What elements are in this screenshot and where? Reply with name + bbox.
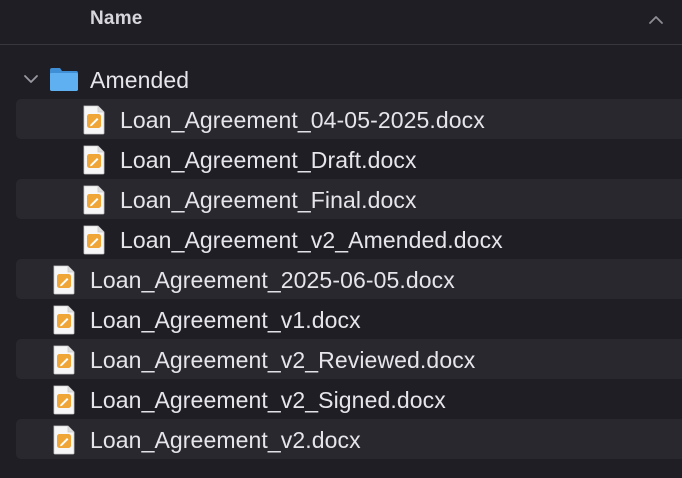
column-header: Name [0,0,682,45]
list-item[interactable]: Loan_Agreement_04-05-2025.docx [0,99,682,139]
docx-file-icon [53,265,75,295]
folder-name: Amended [90,67,190,93]
docx-file-icon [83,185,105,215]
chevron-down-icon[interactable] [22,70,40,88]
docx-file-icon [83,225,105,255]
file-name: Loan_Agreement_Draft.docx [120,147,417,173]
file-name: Loan_Agreement_Final.docx [120,187,417,213]
docx-file-icon [53,345,75,375]
file-name: Loan_Agreement_2025-06-05.docx [90,267,455,293]
file-list: Amended Loan_Agreement_04-05-2025.docx L… [0,59,682,459]
list-item[interactable]: Loan_Agreement_2025-06-05.docx [0,259,682,299]
list-item[interactable]: Loan_Agreement_Draft.docx [0,139,682,179]
docx-file-icon [83,105,105,135]
file-name: Loan_Agreement_v2.docx [90,427,361,453]
docx-file-icon [53,305,75,335]
folder-row-amended[interactable]: Amended [0,59,682,99]
list-item[interactable]: Loan_Agreement_v2_Amended.docx [0,219,682,259]
file-name: Loan_Agreement_v2_Signed.docx [90,387,446,413]
list-item[interactable]: Loan_Agreement_v2.docx [0,419,682,459]
file-name: Loan_Agreement_v2_Reviewed.docx [90,347,476,373]
list-item[interactable]: Loan_Agreement_v2_Signed.docx [0,379,682,419]
docx-file-icon [53,425,75,455]
list-item[interactable]: Loan_Agreement_v2_Reviewed.docx [0,339,682,379]
name-column-header[interactable]: Name [90,8,143,30]
list-item[interactable]: Loan_Agreement_Final.docx [0,179,682,219]
file-name: Loan_Agreement_v1.docx [90,307,361,333]
chevron-up-icon[interactable] [646,10,666,30]
file-name: Loan_Agreement_v2_Amended.docx [120,227,503,253]
finder-list-view: Name Amended Loan_Agreement_04-05-2025.d… [0,0,682,478]
folder-icon [50,68,78,91]
file-name: Loan_Agreement_04-05-2025.docx [120,107,485,133]
docx-file-icon [83,145,105,175]
list-item[interactable]: Loan_Agreement_v1.docx [0,299,682,339]
docx-file-icon [53,385,75,415]
